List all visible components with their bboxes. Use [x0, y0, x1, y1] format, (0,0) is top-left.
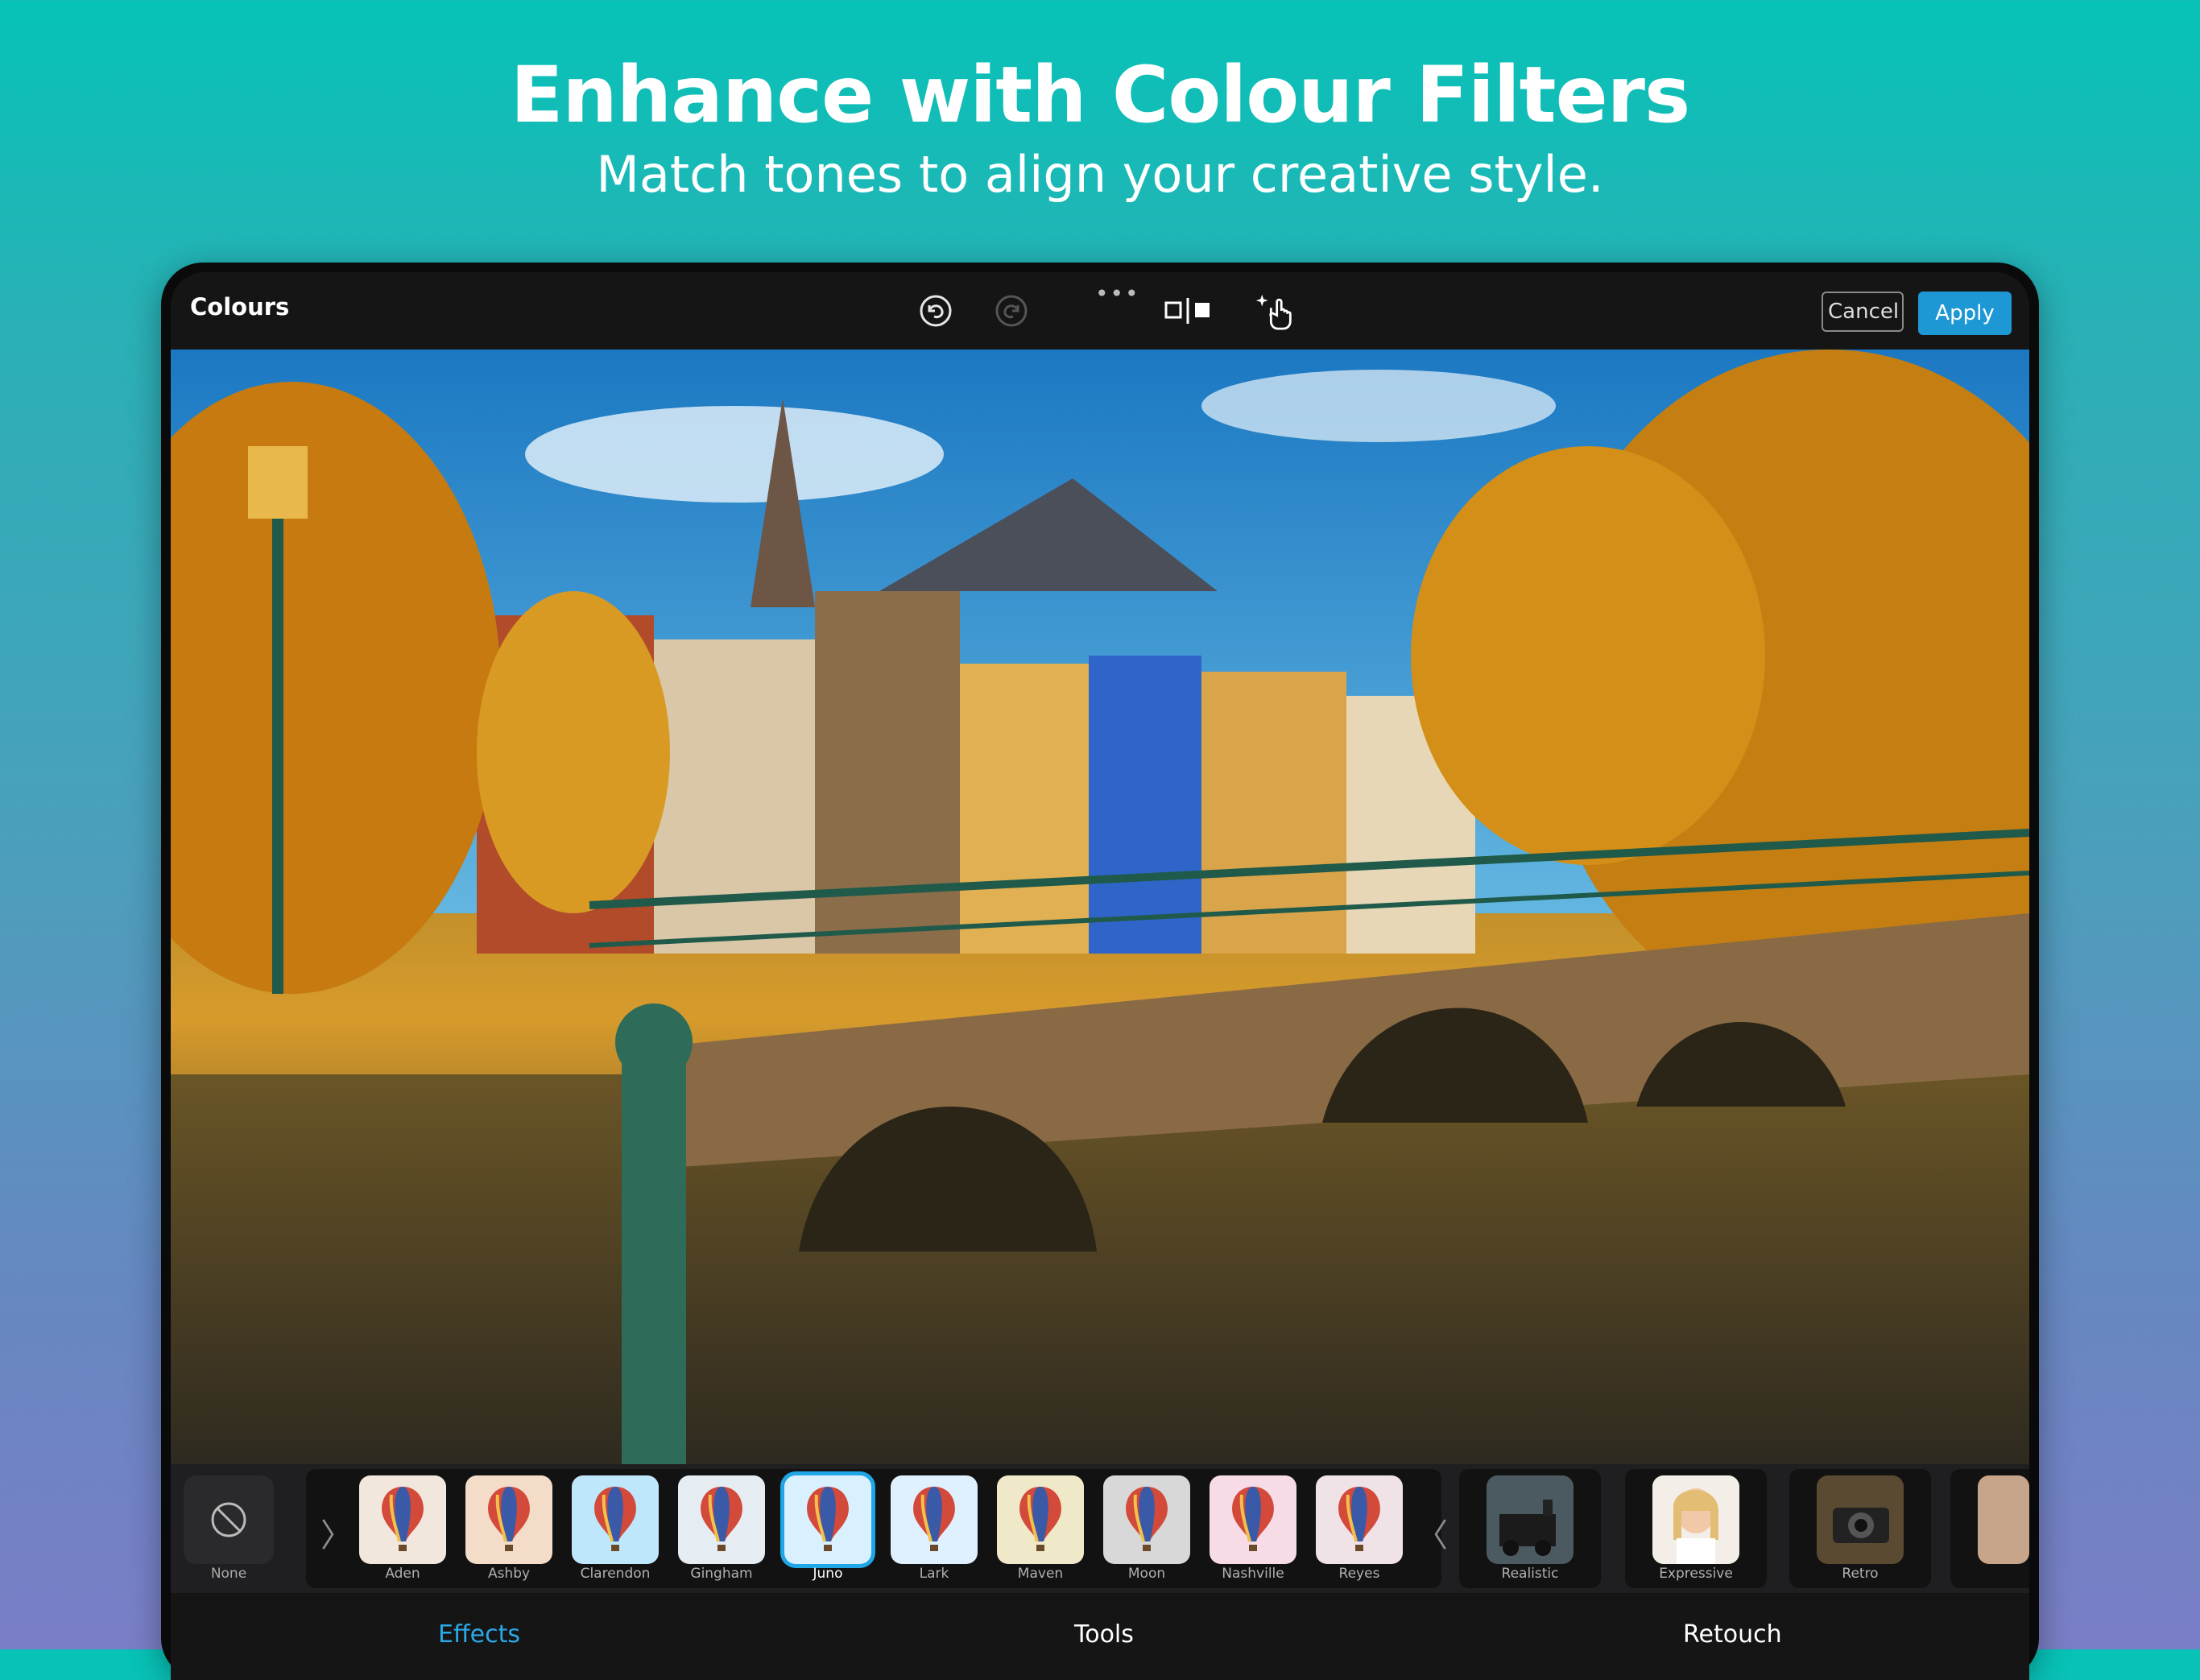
subline: Match tones to align your creative style… — [596, 145, 1604, 204]
hot-air-balloon-icon — [594, 1487, 636, 1551]
hot-air-balloon-icon — [1338, 1487, 1380, 1551]
filter-label: Reyes — [1338, 1566, 1380, 1582]
tab-tools[interactable]: Tools — [1074, 1620, 1134, 1649]
train-image — [1487, 1475, 1573, 1564]
filter-filmstrip: None 〉 〈 Aden Ashby Clarendon Gingham Juno La… — [171, 1464, 2029, 1593]
filter-thumb-maven[interactable] — [997, 1475, 1084, 1564]
prohibited-icon — [211, 1502, 246, 1537]
preset-label: Expressive — [1659, 1566, 1733, 1582]
filter-none-label: None — [210, 1566, 247, 1582]
headline: Enhance with Colour Filters — [510, 50, 1690, 140]
undo-icon[interactable] — [916, 292, 955, 330]
preset-expressive-thumb[interactable] — [1652, 1475, 1739, 1564]
collapse-right-chevron-icon[interactable]: 〉 — [320, 1509, 353, 1556]
filter-label: Moon — [1127, 1566, 1166, 1582]
filter-thumb-reyes[interactable] — [1316, 1475, 1403, 1564]
preset-realistic-thumb[interactable] — [1487, 1475, 1573, 1564]
filter-thumb-gingham[interactable] — [678, 1475, 765, 1564]
bottom-tab-bar: Effects Tools Retouch — [171, 1593, 2029, 1680]
hot-air-balloon-icon — [913, 1487, 955, 1551]
filter-thumb-aden[interactable] — [359, 1475, 446, 1564]
filter-label: Clarendon — [580, 1566, 651, 1582]
more-options-icon[interactable]: ••• — [1095, 280, 1140, 307]
hot-air-balloon-icon — [807, 1487, 849, 1551]
filter-none-button[interactable] — [184, 1475, 274, 1564]
collapse-left-chevron-icon[interactable]: 〈 — [1416, 1509, 1448, 1556]
preset-more-thumb[interactable] — [1978, 1475, 2029, 1564]
filter-thumb-nashville[interactable] — [1210, 1475, 1296, 1564]
cancel-button[interactable]: Cancel — [1822, 292, 1904, 332]
top-toolbar: Colours ••• Cancel Apply — [171, 272, 2029, 350]
preset-label: Realistic — [1501, 1566, 1559, 1582]
filter-thumb-clarendon[interactable] — [572, 1475, 659, 1564]
photo-canvas[interactable] — [171, 350, 2029, 1464]
painting-image — [171, 350, 2029, 1464]
hot-air-balloon-icon — [488, 1487, 530, 1551]
camera-image — [1817, 1475, 1904, 1564]
app-screen: Colours ••• Cancel Apply None 〉 〈 Aden A… — [171, 272, 2029, 1680]
tab-effects[interactable]: Effects — [438, 1620, 520, 1649]
touch-sparkle-icon[interactable] — [1250, 292, 1298, 330]
filter-label: Maven — [1017, 1566, 1064, 1582]
apply-button[interactable]: Apply — [1918, 292, 2012, 335]
hot-air-balloon-icon — [701, 1487, 742, 1551]
filter-thumb-moon[interactable] — [1103, 1475, 1190, 1564]
compare-split-icon[interactable] — [1161, 292, 1218, 330]
filter-label: Nashville — [1222, 1566, 1284, 1582]
preset-retro-thumb[interactable] — [1817, 1475, 1904, 1564]
hot-air-balloon-icon — [1232, 1487, 1274, 1551]
hot-air-balloon-icon — [1019, 1487, 1061, 1551]
panel-title: Colours — [190, 293, 290, 321]
hot-air-balloon-icon — [1126, 1487, 1168, 1551]
portrait-image — [1652, 1475, 1739, 1564]
filter-label: Ashby — [487, 1566, 531, 1582]
preset-label: Retro — [1842, 1566, 1879, 1582]
filter-thumb-juno[interactable] — [784, 1475, 871, 1564]
filter-label: Gingham — [690, 1566, 753, 1582]
redo-icon[interactable] — [992, 292, 1031, 330]
tablet-device: Colours ••• Cancel Apply None 〉 〈 Aden A… — [161, 263, 2039, 1680]
hot-air-balloon-icon — [382, 1487, 424, 1551]
filter-thumb-lark[interactable] — [891, 1475, 978, 1564]
filter-label: Lark — [919, 1566, 949, 1582]
tab-retouch[interactable]: Retouch — [1683, 1620, 1782, 1649]
filter-label: Aden — [385, 1566, 420, 1582]
filter-label: Juno — [813, 1566, 843, 1582]
filter-thumb-ashby[interactable] — [465, 1475, 552, 1564]
